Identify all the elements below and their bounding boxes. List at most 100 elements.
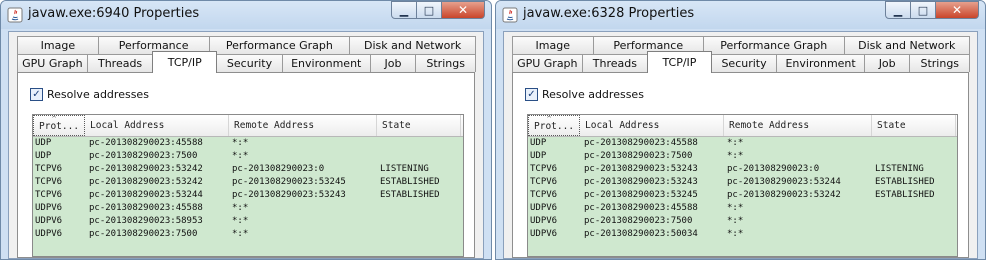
- checkbox-checked-icon[interactable]: ✓: [30, 88, 43, 101]
- cell-state: ESTABLISHED: [380, 177, 440, 187]
- column-header-protocol[interactable]: ^ Prot...: [528, 115, 580, 136]
- cell-local-address: pc-201308290023:7500: [89, 229, 198, 239]
- title-bar[interactable]: javaw.exe:6940 Properties ▁ □ ✕: [1, 1, 491, 29]
- table-row[interactable]: UDP pc-201308290023:45588 *:*: [528, 137, 957, 150]
- cell-protocol: UDPV6: [530, 203, 558, 213]
- tab-threads[interactable]: Threads: [581, 54, 649, 72]
- resolve-addresses-checkbox[interactable]: ✓ Resolve addresses: [525, 88, 644, 101]
- cell-remote-address: pc-201308290023:0: [232, 164, 325, 174]
- cell-local-address: pc-201308290023:45588: [89, 138, 203, 148]
- cell-remote-address: *:*: [727, 203, 744, 213]
- cell-local-address: pc-201308290023:45588: [584, 203, 698, 213]
- tab-environment[interactable]: Environment: [776, 54, 865, 72]
- cell-local-address: pc-201308290023:45588: [584, 138, 698, 148]
- tab-disk-and-network[interactable]: Disk and Network: [349, 36, 476, 54]
- close-button[interactable]: ✕: [442, 1, 485, 19]
- cell-state: [875, 137, 955, 150]
- close-button[interactable]: ✕: [936, 1, 979, 19]
- column-header-local-address[interactable]: Local Address: [580, 115, 724, 136]
- table-row[interactable]: UDPV6 pc-201308290023:7500 *:*: [33, 228, 463, 241]
- tab-performance-graph[interactable]: Performance Graph: [703, 36, 845, 54]
- column-header-remote-address[interactable]: Remote Address: [229, 115, 377, 136]
- cell-remote-address: *:*: [232, 216, 249, 226]
- cell-remote-address: pc-201308290023:0: [727, 164, 820, 174]
- connections-table: ^ Prot... Local Address Remote Address S…: [32, 114, 464, 257]
- cell-remote-address: pc-201308290023:53243: [232, 190, 346, 200]
- tab-disk-and-network[interactable]: Disk and Network: [843, 36, 970, 54]
- tab-gpu-graph[interactable]: GPU Graph: [512, 54, 583, 72]
- cell-local-address: pc-201308290023:7500: [584, 216, 693, 226]
- title-bar[interactable]: javaw.exe:6328 Properties ▁ □ ✕: [496, 1, 985, 29]
- table-row[interactable]: UDPV6 pc-201308290023:7500 *:*: [528, 215, 957, 228]
- cell-remote-address: *:*: [727, 216, 744, 226]
- table-row[interactable]: UDPV6 pc-201308290023:45588 *:*: [33, 202, 463, 215]
- column-header-state[interactable]: State: [872, 115, 956, 136]
- tab-performance-graph[interactable]: Performance Graph: [208, 36, 351, 54]
- minimize-button[interactable]: ▁: [391, 1, 417, 19]
- cell-local-address: pc-201308290023:53242: [89, 164, 203, 174]
- cell-protocol: UDPV6: [530, 216, 558, 226]
- table-row[interactable]: UDPV6 pc-201308290023:58953 *:*: [33, 215, 463, 228]
- table-row[interactable]: UDPV6 pc-201308290023:50034 *:*: [528, 228, 957, 241]
- cell-local-address: pc-201308290023:53242: [89, 177, 203, 187]
- window-title: javaw.exe:6328 Properties: [523, 6, 695, 21]
- maximize-icon: □: [917, 3, 929, 17]
- table-row[interactable]: TCPV6 pc-201308290023:53244 pc-20130829002…: [33, 189, 463, 202]
- tab-strings[interactable]: Strings: [415, 54, 477, 72]
- cell-remote-address: *:*: [727, 138, 744, 148]
- table-row[interactable]: TCPV6 pc-201308290023:53242 pc-20130829002…: [33, 176, 463, 189]
- tab-environment[interactable]: Environment: [281, 54, 371, 72]
- tab-tcpip[interactable]: TCP/IP: [647, 51, 712, 73]
- table-row[interactable]: TCPV6 pc-201308290023:53245 pc-20130829002…: [528, 189, 957, 202]
- column-header-label: Prot...: [39, 121, 80, 132]
- tab-image[interactable]: Image: [512, 36, 594, 54]
- cell-protocol: UDPV6: [530, 229, 558, 239]
- minimize-button[interactable]: ▁: [885, 1, 911, 19]
- table-row[interactable]: UDPV6 pc-201308290023:45588 *:*: [528, 202, 957, 215]
- cell-state: LISTENING: [380, 164, 429, 174]
- properties-window-right: javaw.exe:6328 Properties ▁ □ ✕ Image Pe…: [495, 0, 986, 260]
- cell-protocol: UDPV6: [35, 203, 63, 213]
- cell-protocol: TCPV6: [530, 164, 558, 174]
- cell-local-address: pc-201308290023:53244: [89, 190, 203, 200]
- window-client-area: Image Performance Performance Graph Disk…: [8, 31, 484, 259]
- column-header-local-address[interactable]: Local Address: [85, 115, 229, 136]
- table-row[interactable]: UDP pc-201308290023:7500 *:*: [33, 150, 463, 163]
- tab-row-lower: GPU Graph Threads TCP/IP Security Enviro…: [512, 51, 971, 73]
- table-row[interactable]: UDP pc-201308290023:45588 *:*: [33, 137, 463, 150]
- tab-job[interactable]: Job: [369, 54, 417, 72]
- checkbox-checked-icon[interactable]: ✓: [525, 88, 538, 101]
- tab-security[interactable]: Security: [216, 54, 283, 72]
- cell-remote-address: pc-201308290023:53245: [232, 177, 346, 187]
- tab-strings[interactable]: Strings: [909, 54, 971, 72]
- cell-protocol: UDP: [35, 138, 52, 148]
- cell-state: [380, 215, 460, 228]
- java-app-icon: [7, 7, 23, 23]
- tab-tcpip[interactable]: TCP/IP: [152, 51, 218, 73]
- cell-local-address: pc-201308290023:45588: [89, 203, 203, 213]
- tab-image[interactable]: Image: [17, 36, 99, 54]
- close-icon: ✕: [951, 3, 963, 17]
- tab-job[interactable]: Job: [863, 54, 911, 72]
- column-header-protocol[interactable]: ^ Prot...: [33, 115, 85, 136]
- window-client-area: Image Performance Performance Graph Disk…: [503, 31, 978, 259]
- cell-protocol: UDPV6: [35, 229, 63, 239]
- table-row[interactable]: TCPV6 pc-201308290023:53243 pc-20130829002…: [528, 176, 957, 189]
- column-header-state[interactable]: State: [377, 115, 461, 136]
- maximize-button[interactable]: □: [417, 1, 442, 19]
- cell-state: ESTABLISHED: [875, 190, 935, 200]
- tab-row-upper: Image Performance Performance Graph Disk…: [17, 36, 476, 54]
- cell-state: [380, 228, 460, 241]
- java-app-icon: [502, 7, 518, 23]
- resolve-addresses-checkbox[interactable]: ✓ Resolve addresses: [30, 88, 149, 101]
- table-body: UDP pc-201308290023:45588 *:* UDP pc-201308…: [528, 137, 957, 256]
- tab-threads[interactable]: Threads: [86, 54, 154, 72]
- table-row[interactable]: TCPV6 pc-201308290023:53242 pc-20130829002…: [33, 163, 463, 176]
- tab-security[interactable]: Security: [710, 54, 778, 72]
- table-row[interactable]: UDP pc-201308290023:7500 *:*: [528, 150, 957, 163]
- tab-gpu-graph[interactable]: GPU Graph: [17, 54, 88, 72]
- column-header-remote-address[interactable]: Remote Address: [724, 115, 872, 136]
- table-row[interactable]: TCPV6 pc-201308290023:53243 pc-20130829002…: [528, 163, 957, 176]
- caption-buttons: ▁ □ ✕: [391, 1, 485, 21]
- maximize-button[interactable]: □: [911, 1, 936, 19]
